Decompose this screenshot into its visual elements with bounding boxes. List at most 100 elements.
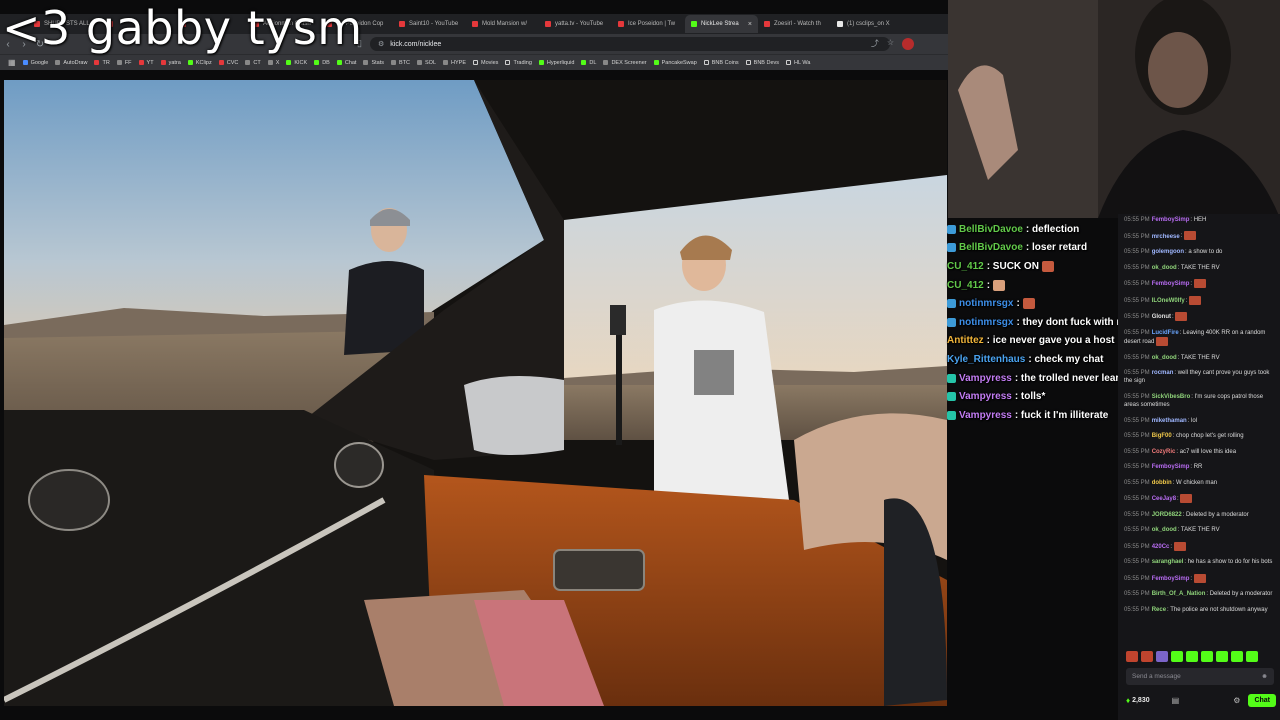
browser-tab[interactable]: Mold Mansion w/ [466,15,539,33]
chat-message[interactable]: 05:55 PM LucidFire: Leaving 400K RR on a … [1124,329,1276,347]
chat-message[interactable]: 05:55 PM Birth_Of_A_Nation: Deleted by a … [1124,590,1276,598]
chat-message[interactable]: 05:55 PM CozyRic: ac7 will love this idea [1124,448,1276,456]
bookmark-item[interactable]: Google [22,60,48,66]
browser-tab[interactable]: Zoesirl - Watch th [758,15,831,33]
chat-message[interactable]: 05:55 PM FemboySimp: HEH [1124,216,1276,224]
bookmark-item[interactable]: YT [138,60,154,66]
extension-icon[interactable] [902,38,914,50]
chat-message[interactable]: 05:55 PM ok_dood: TAKE THE RV [1124,264,1276,272]
bookmark-item[interactable]: CT [245,60,261,66]
chat-username[interactable]: JORD6822 [1152,512,1182,518]
emoji-icon[interactable]: ☻ [1261,673,1268,680]
stream-video[interactable] [4,80,947,706]
chat-username[interactable]: Glonut [1152,314,1171,320]
emote-icon[interactable] [1246,650,1258,662]
chat-input[interactable]: Send a message ☻ [1126,668,1274,685]
bookmark-item[interactable]: Hyperliquid [538,60,574,66]
chat-username[interactable]: ok_dood [1152,265,1177,271]
chat-username[interactable]: mrcheese [1152,234,1180,240]
chat-username[interactable]: ILOneW0lfy [1152,298,1185,304]
bookmark-item[interactable]: Trading [505,60,532,66]
bookmark-item[interactable]: Movies [473,60,498,66]
emote-icon[interactable] [1126,650,1138,662]
emote-icon[interactable] [1156,650,1168,662]
chat-message[interactable]: 05:55 PM 420Cc: [1124,541,1276,551]
bookmark-item[interactable]: BNB Coins [703,60,739,66]
chat-message[interactable]: 05:55 PM FemboySimp: [1124,573,1276,583]
chat-message[interactable]: 05:55 PM FemboySimp: [1124,279,1276,289]
browser-tab[interactable]: NickLee Strea × [685,15,758,33]
emote-icon[interactable] [1216,650,1228,662]
bookmark-item[interactable]: BTC [391,60,410,66]
emote-icon[interactable] [1141,650,1153,662]
chat-message[interactable]: 05:55 PM Rece: The police are not shutdow… [1124,606,1276,614]
chat-username[interactable]: ok_dood [1152,527,1177,533]
bookmark-item[interactable]: AutoDraw [55,60,87,66]
chat-message[interactable]: 05:55 PM JORD6822: Deleted by a moderator [1124,511,1276,519]
chat-message[interactable]: 05:55 PM ILOneW0lfy: [1124,295,1276,305]
chat-message[interactable]: 05:55 PM golemgoon: a show to do [1124,248,1276,256]
bookmark-item[interactable]: CVC [218,60,238,66]
browser-tab[interactable]: Ice Poseidon | Tw [612,15,685,33]
chat-message[interactable]: 05:55 PM CeeJay8: [1124,494,1276,504]
chat-send-button[interactable]: Chat [1248,693,1276,707]
chat-message[interactable]: 05:55 PM SickVibesBro: I'm sure cops patr… [1124,393,1276,410]
chat-username[interactable]: FemboySimp [1152,281,1190,287]
chat-username[interactable]: Birth_Of_A_Nation [1152,591,1206,597]
bookmark-item[interactable]: FF [116,60,132,66]
chat-username[interactable]: mikethaman [1152,418,1187,424]
bookmark-item[interactable]: KClipz [187,60,212,66]
chat-username[interactable]: FemboySimp [1152,464,1190,470]
chat-message[interactable]: 05:55 PM BigF00: chop chop let's get roll… [1124,432,1276,440]
close-tab-icon[interactable]: × [748,21,752,28]
bookmark-item[interactable]: DB [314,60,330,66]
bookmark-item[interactable]: BNB Devs [745,60,779,66]
apps-grid-icon[interactable]: ▦ [8,58,16,67]
chat-username[interactable]: dobbin [1152,480,1172,486]
emote-icon[interactable] [1231,650,1243,662]
url-bar[interactable]: ⚙ kick.com/nicklee [370,37,890,51]
chat-message[interactable]: 05:55 PM dobbin: W chicken man [1124,479,1276,487]
chat-message[interactable]: 05:55 PM ok_dood: TAKE THE RV [1124,526,1276,534]
chat-username[interactable]: ok_dood [1152,355,1177,361]
share-icon[interactable]: ⤴ [871,38,879,50]
chat-message[interactable]: 05:55 PM rocman: well they cant prove you… [1124,369,1276,386]
emote-icon[interactable] [1171,650,1183,662]
chat-username[interactable]: rocman [1152,370,1174,376]
chat-username[interactable]: BigF00 [1152,433,1172,439]
chat-username[interactable]: saranghael [1152,559,1184,565]
bookmark-item[interactable]: DEX Screener [603,60,647,66]
gear-icon[interactable]: ⚙ [1233,696,1240,705]
bookmark-item[interactable]: DL [581,60,596,66]
bookmark-item[interactable]: X [267,60,279,66]
bookmark-item[interactable]: SOL [417,60,436,66]
emote-icon[interactable] [1186,650,1198,662]
chat-username[interactable]: Rece [1152,607,1166,613]
bookmark-item[interactable]: KICK [286,60,307,66]
chat-message[interactable]: 05:55 PM Glonut: [1124,312,1276,322]
chat-message[interactable]: 05:55 PM mikethaman: lol [1124,417,1276,425]
chat-username[interactable]: FemboySimp [1152,217,1190,223]
chat-username[interactable]: 420Cc [1152,544,1170,550]
bookmark-item[interactable]: Chat [336,60,356,66]
chat-message[interactable]: 05:55 PM mrcheese: [1124,231,1276,241]
bookmark-item[interactable]: HL Wa [786,60,810,66]
chat-username[interactable]: FemboySimp [1152,576,1190,582]
chat-username[interactable]: CozyRic [1152,449,1176,455]
chat-username[interactable]: LucidFire [1152,330,1179,336]
bookmark-item[interactable]: TR [94,60,110,66]
bookmark-item[interactable]: PancakeSwap [653,60,697,66]
chat-message[interactable]: 05:55 PM FemboySimp: RR [1124,463,1276,471]
chat-username[interactable]: golemgoon [1152,249,1184,255]
calendar-icon[interactable]: ▤ [1172,696,1180,705]
chat-username[interactable]: SickVibesBro [1152,394,1191,400]
star-icon[interactable]: ☆ [887,38,894,50]
browser-tab[interactable]: Saint10 - YouTube [393,15,466,33]
bookmark-item[interactable]: yatra [160,60,181,66]
emote-icon[interactable] [1201,650,1213,662]
bookmark-item[interactable]: Stats [363,60,384,66]
chat-message[interactable]: 05:55 PM saranghael: he has a show to do … [1124,558,1276,566]
chat-message[interactable]: 05:55 PM ok_dood: TAKE THE RV [1124,354,1276,362]
chat-username[interactable]: CeeJay8 [1152,496,1176,502]
site-info-icon[interactable]: ⚙ [378,40,384,48]
